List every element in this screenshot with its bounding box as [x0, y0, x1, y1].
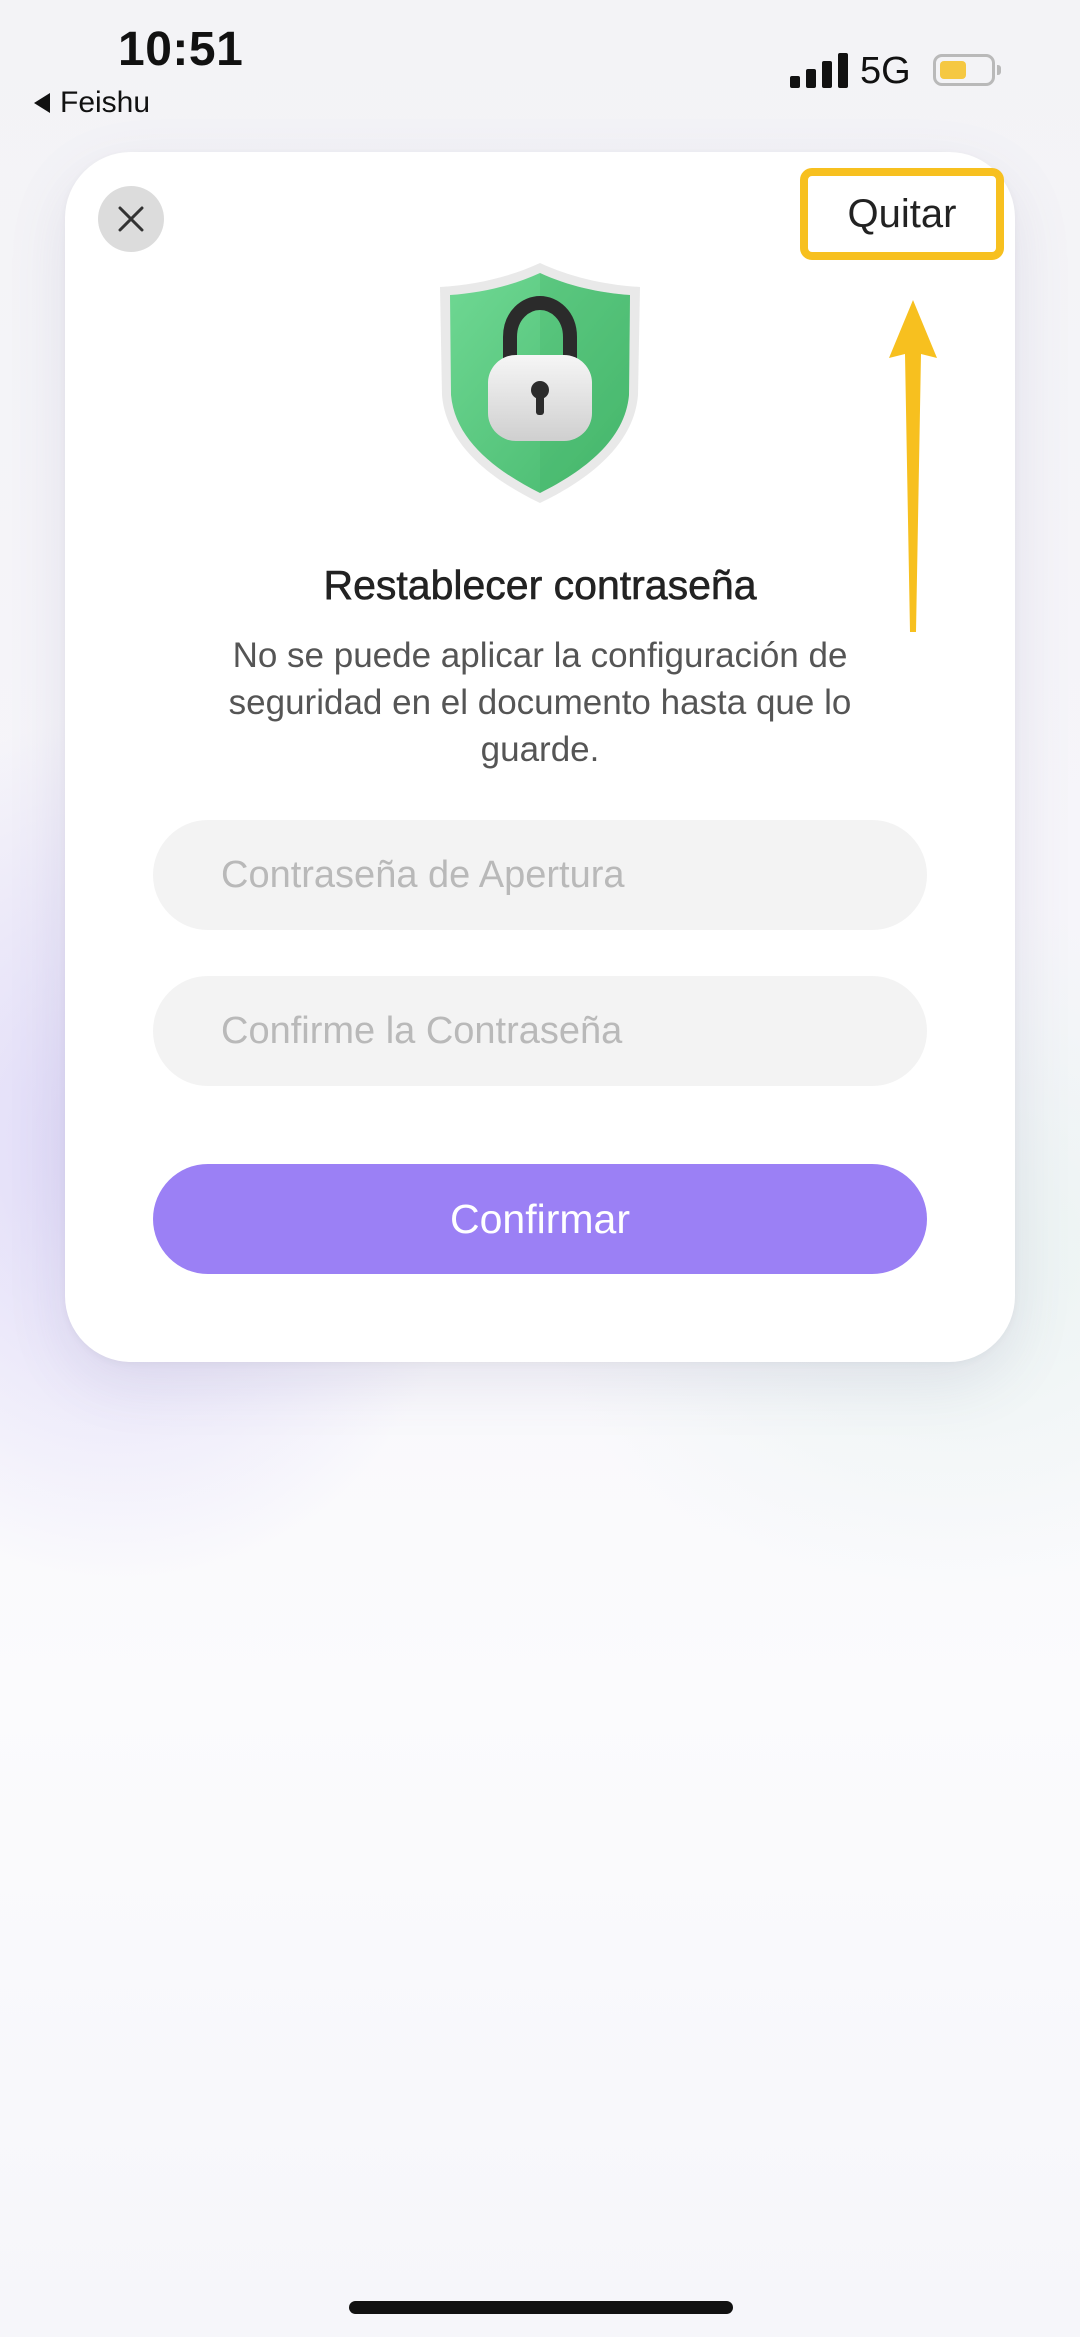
- battery-level: [940, 61, 966, 79]
- quit-button[interactable]: Quitar: [800, 168, 1004, 260]
- status-time: 10:51: [118, 23, 244, 76]
- confirm-password-input[interactable]: [153, 976, 927, 1086]
- back-app-label: Feishu: [60, 86, 151, 119]
- back-to-app-link[interactable]: Feishu: [34, 86, 150, 120]
- open-password-input[interactable]: [153, 820, 927, 930]
- cellular-signal-icon: [790, 52, 848, 88]
- status-bar: 10:51 Feishu 5G: [0, 0, 1080, 140]
- network-type: 5G: [860, 50, 911, 92]
- home-indicator[interactable]: [349, 2301, 733, 2314]
- reset-password-dialog: Quitar Restablecer contraseña No se pued…: [65, 152, 1015, 1362]
- dialog-title: Restablecer contraseña: [323, 562, 757, 609]
- dialog-description: No se puede aplicar la configuración de …: [228, 636, 852, 769]
- close-button[interactable]: [98, 186, 164, 252]
- back-triangle-icon: [34, 93, 50, 113]
- close-icon: [118, 206, 144, 232]
- battery-icon: [933, 54, 1001, 86]
- confirm-button[interactable]: Confirmar: [153, 1164, 927, 1274]
- shield-lock-icon: [440, 263, 640, 503]
